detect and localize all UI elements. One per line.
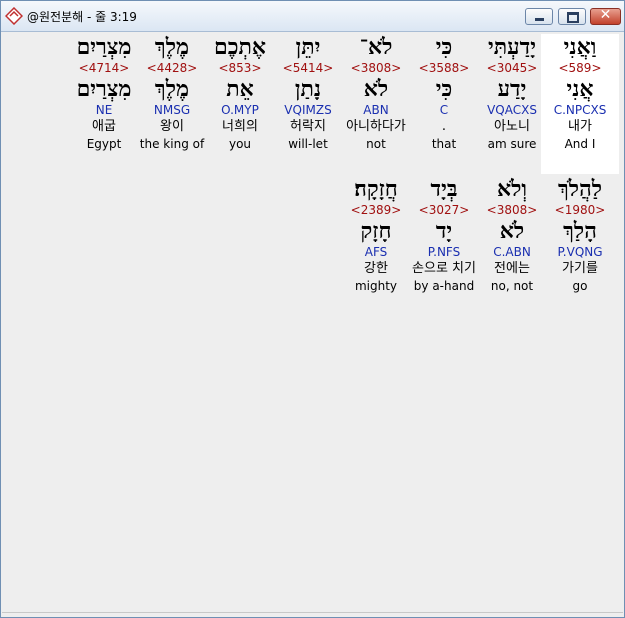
korean-gloss: 아노니	[494, 119, 530, 134]
word-cell[interactable]: לֹא־ <3808> לֹא ABN 아니하다가 not	[337, 34, 415, 152]
morph-code: P.NFS	[427, 245, 461, 259]
word-cell[interactable]: יִתֵּן <5414> נָתַן VQIMZS 허락지 will-let	[269, 34, 347, 152]
hebrew-word: חֲזָקָה׃	[354, 176, 398, 202]
app-window: @원전분해 - 줄 3:19 ✕ וַאֲנִי <589> אֲנִי C.NPCX…	[0, 0, 625, 618]
strongs-number: <3027>	[418, 203, 470, 217]
strongs-number: <2389>	[350, 203, 402, 217]
word-cell[interactable]: יָדַעְתִּי <3045> יָדַע VQACXS 아노니 am sure	[473, 34, 551, 152]
strongs-number: <5414>	[282, 61, 334, 75]
word-cell[interactable]: חֲזָקָה׃ <2389> חָזָק AFS 강한 mighty	[337, 176, 415, 294]
hebrew-word: מִצְרַיִם	[76, 34, 132, 60]
korean-gloss: 너희의	[222, 119, 258, 134]
korean-gloss: .	[441, 119, 447, 134]
hebrew-word: יִתֵּן	[295, 34, 321, 60]
hebrew-word: מֶלֶךְ	[154, 34, 190, 60]
word-cell[interactable]: וְלֹא <3808> לֹא C.ABN 전에는 no, not	[473, 176, 551, 294]
lemma-word: אֵת	[226, 76, 254, 102]
english-gloss: am sure	[487, 137, 537, 151]
maximize-button[interactable]	[558, 8, 586, 25]
english-gloss: you	[228, 137, 252, 151]
word-cell[interactable]: מִצְרַיִם <4714> מִצְרַיִם NE 애굽 Egypt	[65, 34, 143, 152]
strongs-number: <4428>	[146, 61, 198, 75]
lemma-word: מֶלֶךְ	[154, 76, 190, 102]
english-gloss: the king of	[139, 137, 205, 151]
morph-code: VQACXS	[487, 103, 537, 117]
strongs-number: <4714>	[78, 61, 130, 75]
lemma-word: כִּי	[435, 76, 453, 102]
lemma-word: מִצְרַיִם	[76, 76, 132, 102]
word-cell[interactable]: כִּי <3588> כִּי C. that	[405, 34, 483, 152]
close-icon: ✕	[599, 7, 612, 23]
morph-code: VQIMZS	[284, 103, 332, 117]
word-cell[interactable]: אֶתְכֶם <853> אֵת O.MYP 너희의 you	[201, 34, 279, 152]
english-gloss: go	[572, 279, 588, 293]
english-gloss: And I	[564, 137, 596, 151]
korean-gloss: 내가	[568, 119, 592, 134]
korean-gloss: 허락지	[290, 119, 326, 134]
interlinear-pane: וַאֲנִי <589> אֲנִי C.NPCXS 내가 And I יָדַעְתִּ…	[2, 32, 623, 615]
morph-code: P.VQNG	[557, 245, 603, 259]
lemma-word: יָד	[435, 218, 453, 244]
strongs-number: <1980>	[554, 203, 606, 217]
lemma-word: לֹא	[499, 218, 525, 244]
lemma-word: יָדַע	[497, 76, 527, 102]
korean-gloss: 아니하다가	[346, 119, 406, 134]
korean-gloss: 전에는	[494, 261, 530, 276]
lemma-word: לֹא	[363, 76, 389, 102]
morph-code: C	[439, 103, 449, 117]
word-cell[interactable]: מֶלֶךְ <4428> מֶלֶךְ NMSG 왕이 the king of	[133, 34, 211, 152]
korean-gloss: 강한	[364, 261, 388, 276]
title-bar[interactable]: @원전분해 - 줄 3:19 ✕	[1, 1, 624, 32]
strongs-number: <3808>	[486, 203, 538, 217]
korean-gloss: 애굽	[92, 119, 116, 134]
divider	[2, 612, 623, 613]
morph-code: NMSG	[153, 103, 191, 117]
lemma-word: נָתַן	[294, 76, 322, 102]
hebrew-word: יָדַעְתִּי	[488, 34, 536, 60]
hebrew-word: אֶתְכֶם	[213, 34, 267, 60]
strongs-number: <853>	[218, 61, 262, 75]
diamond-app-icon	[5, 7, 23, 25]
morph-code: AFS	[364, 245, 388, 259]
word-cell[interactable]: לַהֲלֹךְ <1980> הָלַךְ P.VQNG 가기를 go	[541, 176, 619, 294]
window-title: @원전분해 - 줄 3:19	[27, 10, 137, 24]
english-gloss: will-let	[288, 137, 328, 151]
english-gloss: no, not	[490, 279, 534, 293]
hebrew-word: כִּי	[435, 34, 453, 60]
lemma-word: הָלַךְ	[563, 218, 597, 244]
hebrew-word: וַאֲנִי	[563, 34, 597, 60]
close-button[interactable]: ✕	[590, 7, 621, 25]
hebrew-word: וְלֹא	[496, 176, 528, 202]
morph-code: ABN	[363, 103, 389, 117]
minimize-icon	[535, 18, 544, 21]
hebrew-word: לַהֲלֹךְ	[557, 176, 603, 202]
hebrew-word: בְּיָד	[430, 176, 458, 202]
morph-code: NE	[95, 103, 113, 117]
strongs-number: <589>	[558, 61, 602, 75]
strongs-number: <3588>	[418, 61, 470, 75]
english-gloss: not	[366, 137, 386, 151]
word-cell[interactable]: וַאֲנִי <589> אֲנִי C.NPCXS 내가 And I	[541, 34, 619, 174]
hebrew-word: לֹא־	[359, 34, 393, 60]
strongs-number: <3045>	[486, 61, 538, 75]
korean-gloss: 왕이	[160, 119, 184, 134]
morph-code: C.NPCXS	[553, 103, 607, 117]
english-gloss: Egypt	[86, 137, 122, 151]
korean-gloss: 가기를	[562, 261, 598, 276]
english-gloss: by a-hand	[413, 279, 475, 293]
morph-code: O.MYP	[221, 103, 259, 117]
english-gloss: that	[431, 137, 457, 151]
strongs-number: <3808>	[350, 61, 402, 75]
korean-gloss: 손으로 치기	[412, 261, 476, 276]
maximize-icon	[567, 12, 579, 23]
lemma-word: חָזָק	[360, 218, 392, 244]
english-gloss: mighty	[354, 279, 398, 293]
word-cell[interactable]: בְּיָד <3027> יָד P.NFS 손으로 치기 by a-hand	[405, 176, 483, 294]
lemma-word: אֲנִי	[566, 76, 594, 102]
morph-code: C.ABN	[493, 245, 531, 259]
minimize-button[interactable]	[525, 8, 553, 25]
